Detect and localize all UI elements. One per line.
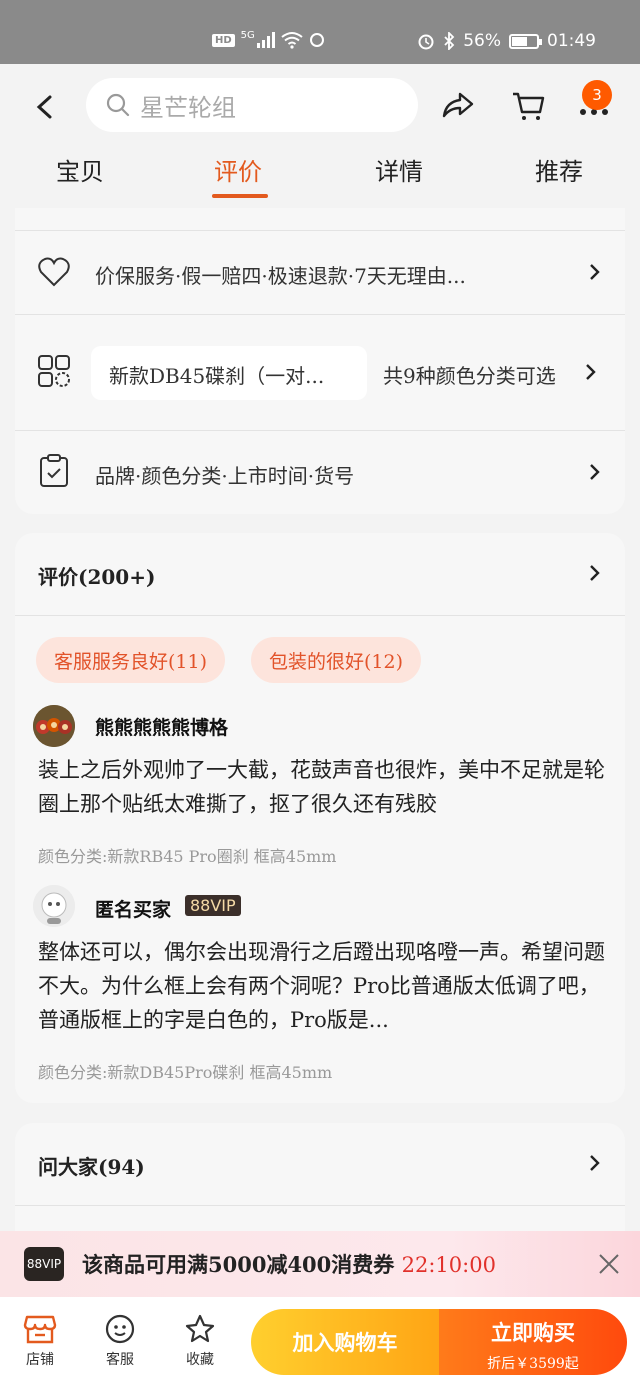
tab-recommend[interactable]: 推荐	[535, 152, 583, 187]
price-note: 折后￥3599起	[487, 1356, 579, 1372]
coupon-description: 该商品可用满5000减400消费券	[82, 1252, 395, 1277]
vip-logo: 88VIP	[24, 1247, 64, 1281]
review-username: 匿名买家	[95, 899, 172, 921]
active-tab-indicator	[212, 194, 268, 198]
cart-badge: 3	[582, 80, 612, 110]
reviews-header[interactable]: 评价(200+)	[15, 533, 625, 615]
review-username: 熊熊熊熊熊博格	[95, 717, 229, 739]
vip-badge: 88VIP	[185, 895, 241, 916]
favorite-label: 收藏	[186, 1352, 214, 1368]
reviews-title: 评价(200+)	[38, 565, 156, 589]
status-right: 56% 01:49	[417, 31, 596, 51]
tab-details[interactable]: 详情	[375, 152, 423, 187]
wifi-icon	[281, 32, 303, 49]
bottom-bar: 店铺 客服 收藏 加入购物车 立即购买 折后￥3599起	[0, 1297, 640, 1389]
sku-selected[interactable]: 新款DB45碟刹（一对...	[91, 346, 367, 400]
tab-bar: 宝贝 评价 详情 推荐	[0, 152, 640, 202]
reviews-card: 评价(200+) 客服服务良好(11) 包装的很好(12) 熊熊熊熊熊博格 装上…	[15, 533, 625, 1103]
review-text[interactable]: 装上之后外观帅了一大截，花鼓声音也很炸，美中不足就是轮圈上那个贴纸太难撕了，抠了…	[38, 753, 608, 821]
search-input[interactable]: 星芒轮组	[86, 78, 418, 132]
review-text[interactable]: 整体还可以，偶尔会出现滑行之后蹬出现咯噔一声。希望问题不大。为什么框上会有两个洞…	[38, 935, 608, 1037]
service-label: 客服	[106, 1352, 134, 1368]
avatar	[33, 705, 75, 747]
chevron-right-icon	[590, 565, 600, 581]
buy-now-label: 立即购买	[491, 1320, 575, 1345]
status-bar: HD 5G 56% 01:49	[0, 0, 640, 64]
guarantee-row[interactable]: 价保服务·假一赔四·极速退款·7天无理由...	[15, 230, 625, 314]
qa-title: 问大家(94)	[38, 1155, 145, 1179]
coupon-text: 该商品可用满5000减400消费券 22:10:00	[82, 1249, 496, 1279]
shop-icon	[23, 1315, 57, 1344]
customer-service-button[interactable]: 客服	[90, 1313, 150, 1369]
service-card: 价保服务·假一赔四·极速退款·7天无理由... 新款DB45碟刹（一对... 共…	[15, 208, 625, 514]
chevron-right-icon	[590, 264, 600, 280]
cart-icon[interactable]	[510, 88, 546, 124]
search-icon	[106, 93, 130, 117]
header: 星芒轮组 3 宝贝 评价 详情 推荐	[0, 64, 640, 208]
bear-avatar-icon	[33, 705, 75, 747]
divider	[15, 615, 625, 616]
review-tag[interactable]: 包装的很好(12)	[251, 637, 422, 683]
params-text: 品牌·颜色分类·上市时间·货号	[95, 464, 355, 488]
params-row[interactable]: 品牌·颜色分类·上市时间·货号	[15, 430, 625, 514]
tab-reviews[interactable]: 评价	[214, 152, 262, 187]
divider	[15, 1205, 625, 1206]
grid-icon	[38, 355, 70, 387]
anonymous-avatar-icon	[33, 885, 75, 927]
shop-button[interactable]: 店铺	[10, 1313, 70, 1369]
bluetooth-icon	[444, 32, 455, 50]
tab-item[interactable]: 宝贝	[56, 152, 104, 187]
sku-row[interactable]: 新款DB45碟刹（一对... 共9种颜色分类可选	[15, 314, 625, 430]
hotspot-icon	[309, 33, 324, 47]
shop-label: 店铺	[26, 1352, 54, 1368]
battery-icon	[509, 33, 542, 49]
star-icon	[185, 1314, 215, 1343]
status-left: HD 5G	[212, 29, 325, 49]
heart-shield-icon	[38, 257, 70, 287]
coupon-banner[interactable]: 88VIP 该商品可用满5000减400消费券 22:10:00	[0, 1231, 640, 1297]
buy-now-button[interactable]: 立即购买 折后￥3599起	[439, 1309, 627, 1375]
chat-face-icon	[105, 1314, 135, 1344]
network-type: 5G	[240, 29, 255, 41]
sku-count: 共9种颜色分类可选	[383, 364, 556, 388]
review-tag[interactable]: 客服服务良好(11)	[36, 637, 226, 683]
guarantee-text: 价保服务·假一赔四·极速退款·7天无理由...	[95, 264, 466, 288]
alarm-icon	[418, 34, 434, 50]
review-sku: 颜色分类:新款RB45 Pro圈刹 框高45mm	[38, 847, 337, 866]
search-placeholder: 星芒轮组	[140, 93, 236, 122]
hd-indicator: HD	[212, 33, 235, 47]
close-icon[interactable]	[598, 1253, 620, 1275]
clock: 01:49	[547, 31, 596, 51]
chevron-right-icon	[586, 364, 596, 380]
chevron-right-icon	[590, 1155, 600, 1171]
favorite-button[interactable]: 收藏	[170, 1313, 230, 1369]
avatar	[33, 885, 75, 927]
add-to-cart-button[interactable]: 加入购物车	[251, 1309, 439, 1375]
signal-icon	[256, 32, 275, 48]
coupon-countdown: 22:10:00	[401, 1253, 496, 1277]
clipboard-icon	[40, 454, 68, 487]
review-sku: 颜色分类:新款DB45Pro碟刹 框高45mm	[38, 1063, 333, 1082]
battery-percent: 56%	[463, 31, 501, 51]
back-arrow-icon[interactable]	[30, 92, 60, 122]
share-icon[interactable]	[440, 88, 476, 124]
chevron-right-icon	[590, 464, 600, 480]
qa-header[interactable]: 问大家(94)	[15, 1123, 625, 1205]
